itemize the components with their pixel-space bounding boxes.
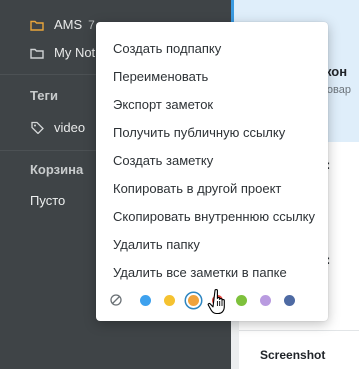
sidebar-folder-my-notes[interactable]: My Not [30, 45, 95, 60]
color-swatch-navy[interactable] [284, 295, 295, 306]
menu-item-public-link[interactable]: Получить публичную ссылку [113, 125, 285, 140]
color-swatch-yellow[interactable] [164, 295, 175, 306]
menu-item-create-subfolder[interactable]: Создать подпапку [113, 41, 221, 56]
menu-item-copy-to-project[interactable]: Копировать в другой проект [113, 181, 281, 196]
folder-name: AMS [54, 17, 83, 32]
tag-icon [30, 121, 44, 135]
folder-color-picker [109, 290, 319, 310]
trash-empty-text: Пусто [30, 193, 66, 208]
sidebar-tag-video[interactable]: video [30, 120, 85, 135]
menu-item-create-note[interactable]: Создать заметку [113, 153, 213, 168]
folder-count: 7 [88, 17, 95, 32]
color-swatch-lavender[interactable] [260, 295, 271, 306]
menu-item-export-notes[interactable]: Экспорт заметок [113, 97, 213, 112]
tag-name: video [54, 120, 86, 135]
menu-item-delete-folder[interactable]: Удалить папку [113, 237, 200, 252]
tags-heading: Теги [30, 88, 58, 103]
color-swatch-green[interactable] [236, 295, 247, 306]
folder-icon [30, 18, 44, 32]
color-swatch-blue[interactable] [140, 295, 151, 306]
folder-context-menu: Создать подпапку Переименовать Экспорт з… [96, 22, 328, 321]
color-swatch-red[interactable] [212, 295, 223, 306]
folder-name: My Not [54, 45, 96, 60]
list-divider [239, 330, 359, 331]
folder-icon [30, 46, 44, 60]
menu-item-rename[interactable]: Переименовать [113, 69, 208, 84]
sidebar-folder-ams[interactable]: AMS 7 [30, 17, 95, 32]
color-swatch-orange[interactable] [188, 295, 199, 306]
trash-heading[interactable]: Корзина [30, 162, 83, 177]
no-color-icon[interactable] [109, 293, 123, 307]
menu-item-delete-all-notes[interactable]: Удалить все заметки в папке [113, 265, 287, 280]
note-title-screenshot[interactable]: Screenshot [260, 348, 325, 362]
menu-item-copy-internal-link[interactable]: Скопировать внутреннюю ссылку [113, 209, 315, 224]
